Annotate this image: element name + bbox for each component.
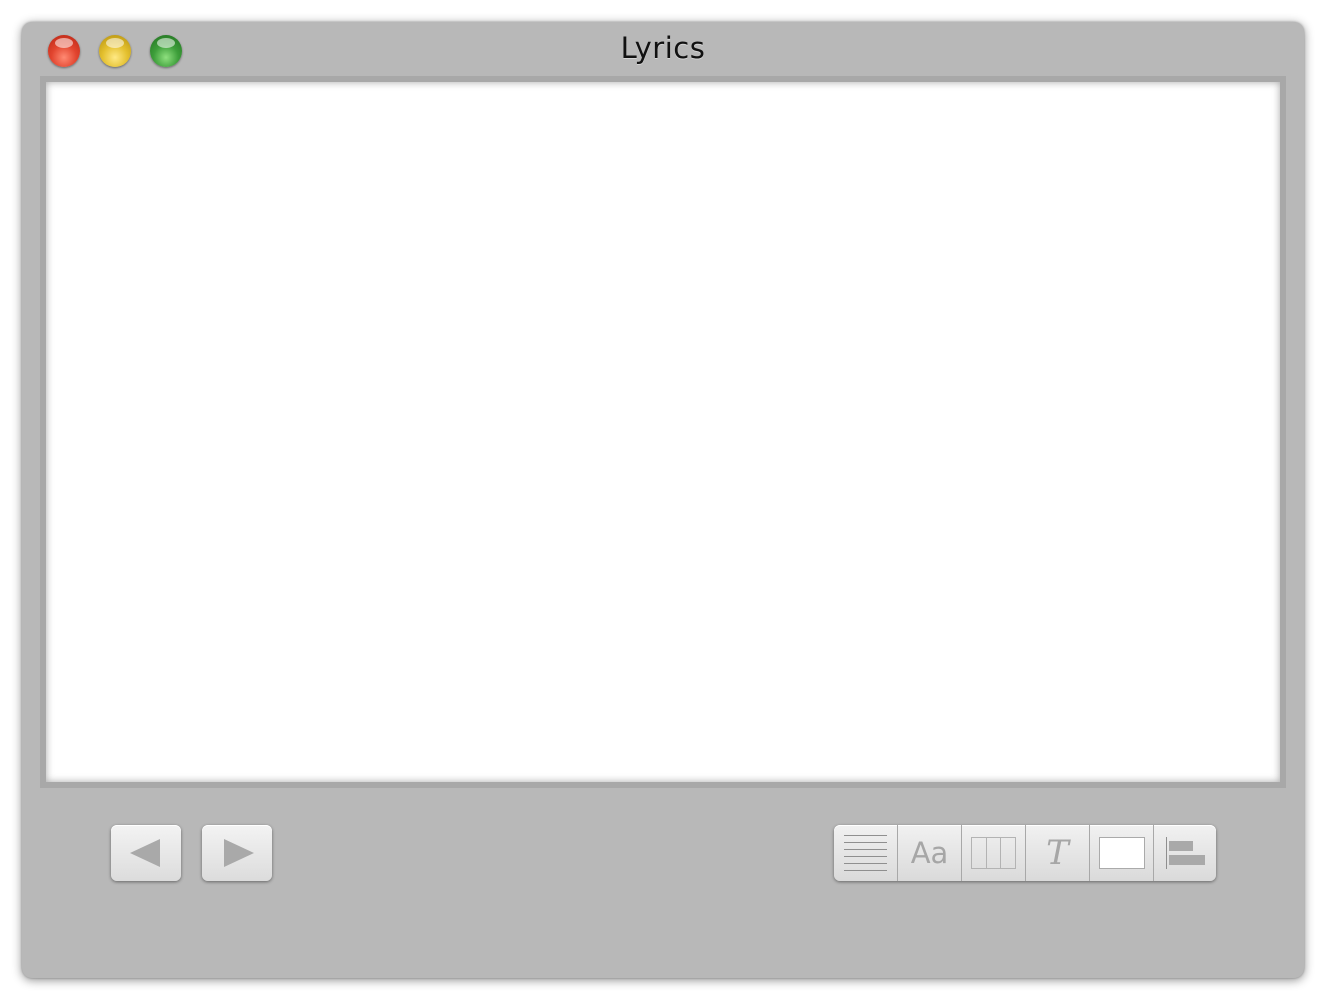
color-button[interactable]: [1090, 825, 1154, 881]
triangle-left-icon: [130, 839, 160, 867]
window-title: Lyrics: [620, 31, 706, 65]
title-bar[interactable]: Lyrics: [22, 22, 1304, 78]
previous-button[interactable]: [111, 825, 181, 881]
columns-button[interactable]: [962, 825, 1026, 881]
align-button[interactable]: [1154, 825, 1216, 881]
font-button[interactable]: Aa: [898, 825, 962, 881]
columns-icon: [971, 837, 1016, 869]
lyrics-window: Lyrics Aa T: [22, 22, 1304, 978]
text-style-button[interactable]: T: [1026, 825, 1090, 881]
lines-icon: [844, 835, 887, 871]
font-icon: Aa: [910, 836, 949, 870]
align-left-icon: [1166, 837, 1206, 869]
triangle-right-icon: [224, 839, 254, 867]
color-well: [1099, 837, 1145, 869]
format-toolbar: Aa T: [834, 825, 1216, 881]
lyrics-panel: [40, 76, 1286, 788]
lyrics-text-area[interactable]: [46, 82, 1280, 782]
style-icon: T: [1046, 833, 1069, 873]
text-lines-button[interactable]: [834, 825, 898, 881]
next-button[interactable]: [202, 825, 272, 881]
